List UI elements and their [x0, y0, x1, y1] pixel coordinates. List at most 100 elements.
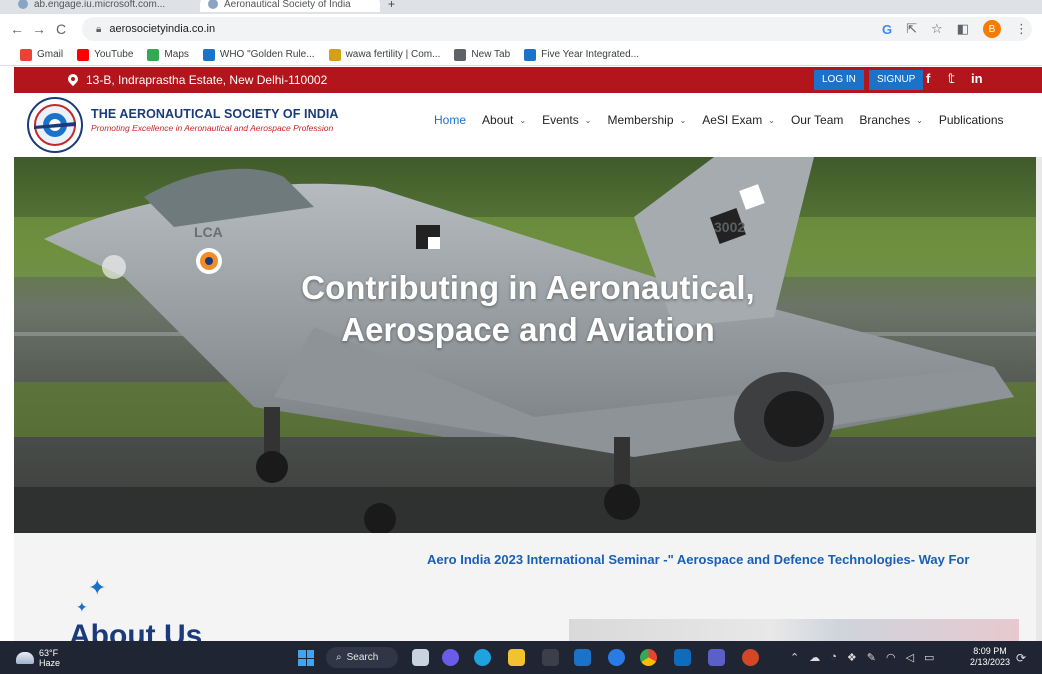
- volume-icon[interactable]: ◁: [906, 651, 914, 664]
- nav-item-events[interactable]: Events ⌄: [542, 113, 591, 127]
- facebook-icon[interactable]: f: [926, 71, 930, 86]
- app-icon[interactable]: [608, 649, 625, 666]
- nav-label: Events: [542, 113, 579, 127]
- wifi-icon[interactable]: ◠: [886, 651, 896, 664]
- chrome-icon[interactable]: [640, 649, 657, 666]
- gmail-icon: [20, 48, 32, 61]
- browser-tab[interactable]: ab.engage.iu.microsoft.com...: [10, 0, 195, 12]
- notification-icon[interactable]: ⟳: [1016, 651, 1026, 665]
- about-heading: About Us: [69, 619, 203, 641]
- aircraft-marking: LCA: [194, 224, 223, 240]
- reload-icon[interactable]: C: [50, 21, 72, 37]
- globe-icon: [454, 48, 467, 61]
- cloud-icon: [16, 652, 34, 664]
- toolbar-actions: G ⇱ ☆ ◧ B ⋮: [882, 20, 1028, 38]
- weather-widget[interactable]: 63°F Haze: [16, 648, 60, 668]
- onedrive-icon[interactable]: ☁: [809, 651, 820, 664]
- mic-muted-icon[interactable]: ✎: [867, 651, 876, 664]
- hero-banner: LCA 3002 Contributing in Aeronautical, A…: [14, 157, 1042, 533]
- weather-desc: Haze: [39, 658, 61, 668]
- login-button[interactable]: LOG IN: [814, 70, 864, 90]
- bookmark-label: Maps: [164, 49, 189, 60]
- tab-label: Aeronautical Society of India: [224, 0, 351, 10]
- profile-avatar[interactable]: B: [983, 20, 1001, 38]
- browser-tab-active[interactable]: Aeronautical Society of India: [200, 0, 380, 12]
- tab-label: ab.engage.iu.microsoft.com...: [34, 0, 166, 10]
- site-address: 13-B, Indraprastha Estate, New Delhi-110…: [68, 73, 327, 87]
- chevron-up-icon[interactable]: ⌃: [790, 651, 799, 664]
- nav-item-home[interactable]: Home: [434, 113, 466, 127]
- bookmark-star-icon[interactable]: ☆: [931, 21, 943, 37]
- taskbar-search[interactable]: ⌕ Search: [326, 647, 398, 668]
- clock-time: 8:09 PM: [973, 646, 1007, 656]
- back-arrow-icon[interactable]: ←: [6, 21, 28, 37]
- bookmark-label: Five Year Integrated...: [541, 49, 639, 60]
- bookmark-label: wawa fertility | Com...: [345, 49, 441, 60]
- chevron-down-icon: ⌄: [519, 115, 527, 125]
- who-icon: [202, 48, 215, 61]
- bookmark-item[interactable]: WHO "Golden Rule...: [202, 48, 315, 61]
- nav-item-branches[interactable]: Branches ⌄: [859, 113, 922, 127]
- hero-title-line-1: Contributing in Aeronautical,: [301, 269, 755, 306]
- side-panel-icon[interactable]: ◧: [957, 21, 969, 37]
- google-lens-icon[interactable]: G: [882, 22, 892, 37]
- forward-arrow-icon[interactable]: →: [28, 21, 50, 37]
- location-pin-icon: [68, 74, 78, 87]
- org-name: THE AERONAUTICAL SOCIETY OF INDIA: [91, 107, 339, 121]
- twitter-icon[interactable]: 𝕥: [948, 71, 955, 87]
- nav-label: Membership: [607, 113, 674, 127]
- windows-start-icon[interactable]: [298, 650, 314, 666]
- bookmark-item[interactable]: Gmail: [20, 48, 63, 61]
- sparkle-icon: ✦: [88, 575, 107, 600]
- bookmark-item[interactable]: Maps: [147, 48, 189, 61]
- tab-favicon-icon: [18, 0, 28, 9]
- bookmark-item[interactable]: Five Year Integrated...: [524, 48, 639, 61]
- nav-item-publications[interactable]: Publications: [939, 113, 1004, 127]
- news-ticker[interactable]: Aero India 2023 International Seminar -"…: [427, 552, 969, 567]
- lock-icon: 🔒︎: [96, 23, 102, 35]
- clock-date: 2/13/2023: [970, 657, 1011, 667]
- chevron-down-icon: ⌄: [584, 115, 592, 125]
- chevron-down-icon: ⌄: [768, 115, 775, 125]
- taskbar-clock[interactable]: 8:09 PM 2/13/2023: [970, 646, 1010, 668]
- edge-icon[interactable]: [474, 649, 491, 666]
- teams-icon[interactable]: [708, 649, 725, 666]
- mail-icon[interactable]: [574, 649, 591, 666]
- tray-shield-icon[interactable]: ❖: [847, 651, 857, 664]
- bookmark-item[interactable]: New Tab: [454, 48, 511, 61]
- page-scrollbar[interactable]: [1036, 157, 1042, 641]
- store-icon[interactable]: [542, 649, 559, 666]
- nav-item-about[interactable]: About ⌄: [482, 113, 526, 127]
- nav-item-membership[interactable]: Membership ⌄: [607, 113, 686, 127]
- bookmark-item[interactable]: wawa fertility | Com...: [328, 48, 441, 61]
- nav-item-our-team[interactable]: Our Team: [791, 113, 843, 127]
- linkedin-icon[interactable]: in: [971, 71, 983, 86]
- search-icon: ⌕: [336, 652, 342, 663]
- file-explorer-icon[interactable]: [508, 649, 525, 666]
- bookmark-item[interactable]: YouTube: [77, 48, 134, 61]
- nav-item-aesi-exam[interactable]: AeSI Exam ⌄: [702, 113, 775, 127]
- nav-label: Publications: [938, 113, 1004, 127]
- bookmark-label: New Tab: [471, 49, 511, 60]
- new-tab-button[interactable]: +: [388, 0, 395, 11]
- youtube-icon: [77, 48, 90, 61]
- sparkle-small-icon: ✦: [76, 599, 88, 615]
- aircraft-tail-number: 3002: [714, 219, 745, 235]
- search-label: Search: [346, 652, 379, 663]
- bookmark-label: YouTube: [94, 49, 134, 60]
- task-view-icon[interactable]: [412, 649, 429, 666]
- society-logo[interactable]: [24, 96, 86, 154]
- battery-icon[interactable]: ▭: [924, 651, 934, 664]
- kebab-menu-icon[interactable]: ⋮: [1015, 21, 1028, 37]
- bookmark-label: WHO "Golden Rule...: [219, 49, 315, 60]
- teams-chat-icon[interactable]: [442, 649, 459, 666]
- powerpoint-icon[interactable]: [742, 649, 759, 666]
- signup-button[interactable]: SIGNUP: [869, 70, 924, 90]
- tray-app-icon[interactable]: ◔: [830, 651, 837, 664]
- nav-label: AeSI Exam: [702, 113, 763, 127]
- about-image: [569, 619, 1019, 641]
- tab-favicon-icon: [208, 0, 218, 9]
- outlook-icon[interactable]: [674, 649, 691, 666]
- site-header: THE AERONAUTICAL SOCIETY OF INDIA Promot…: [14, 93, 1042, 157]
- share-icon[interactable]: ⇱: [906, 21, 917, 37]
